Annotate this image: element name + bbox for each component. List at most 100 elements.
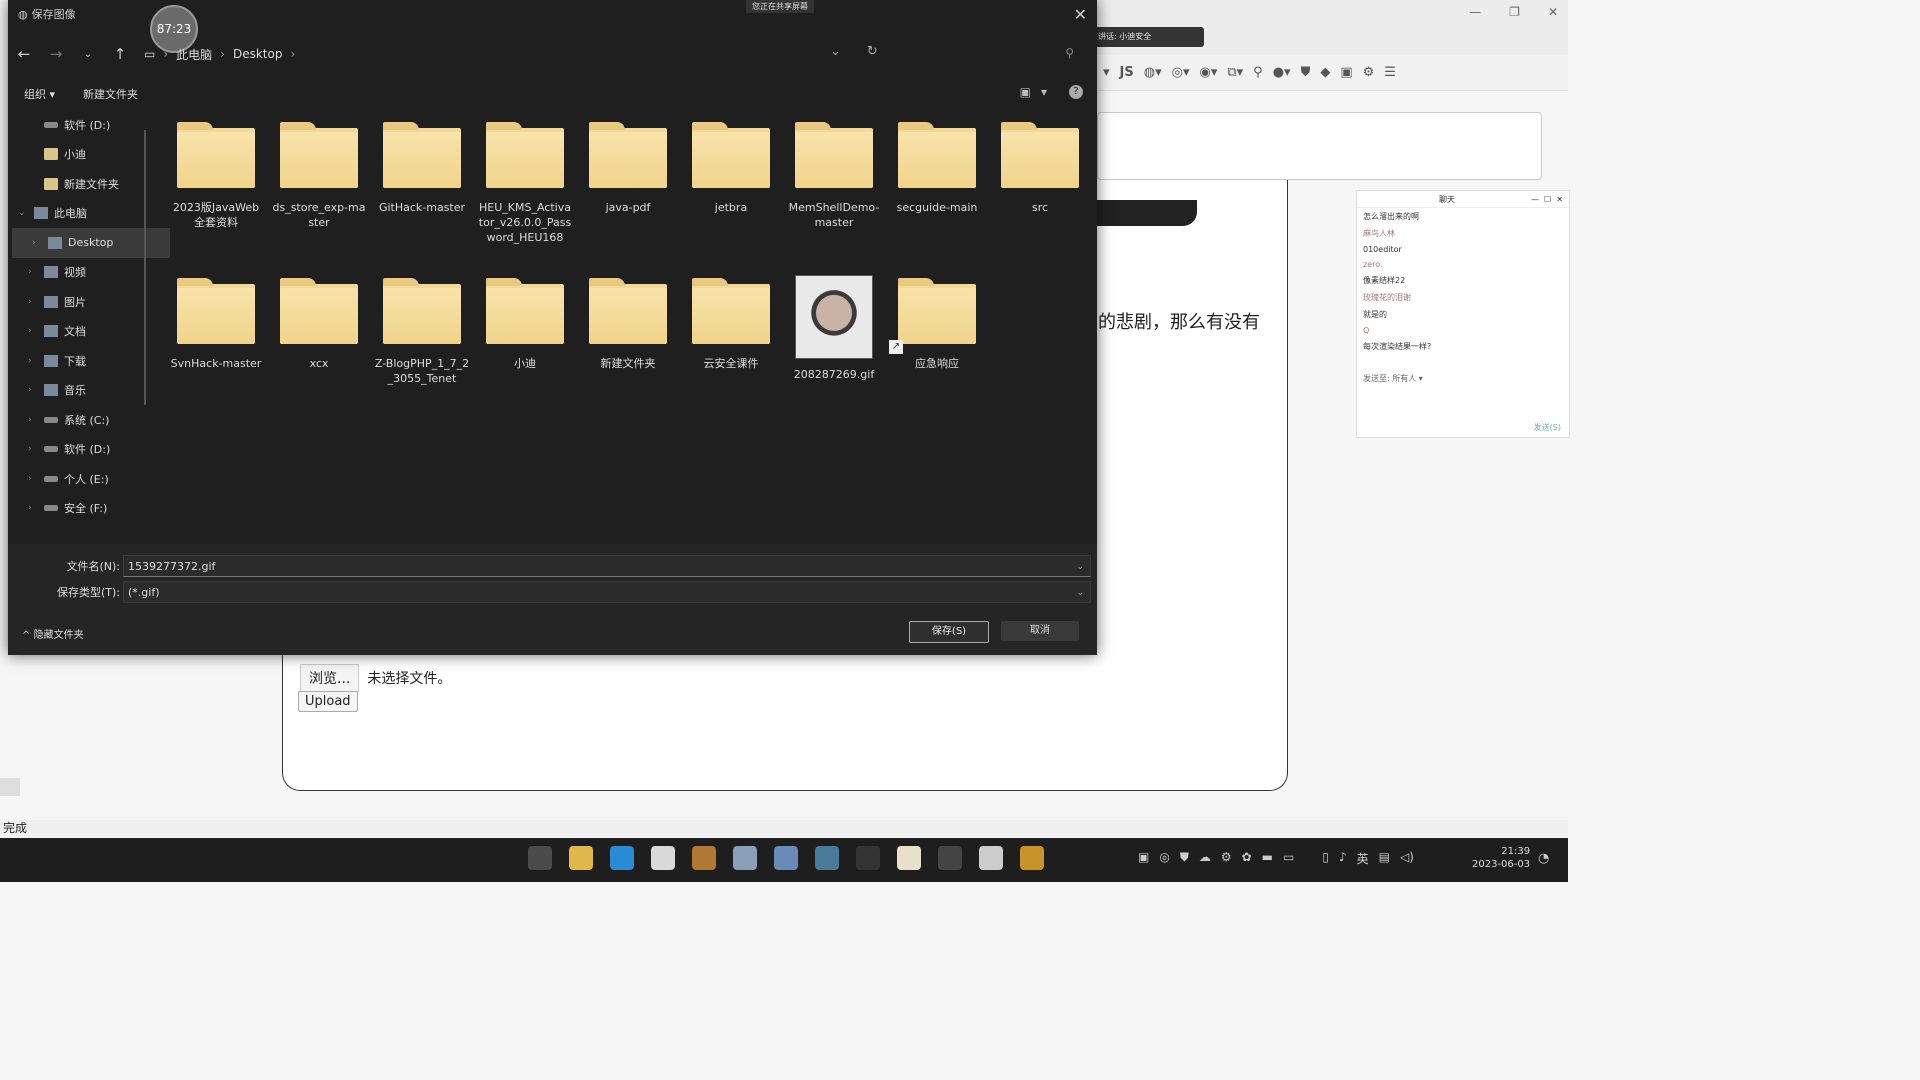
sidebar-toggle-icon[interactable] [0,778,20,796]
phpstorm-icon[interactable] [938,846,962,870]
tray-camera-icon[interactable]: ◎ [1159,850,1169,867]
folder-item[interactable]: ds_store_exp-master [271,120,367,230]
app-generic-icon[interactable] [856,846,880,870]
sidebar-item[interactable]: › 软件 (D:) [8,435,148,465]
volume-icon[interactable]: ◁) [1400,850,1414,867]
toolbar-dropdown-icon[interactable]: ▾ [1103,65,1110,80]
filename-field[interactable]: 1539277372.gif ⌄ [123,555,1091,577]
tray-cloud-icon[interactable]: ☁ [1199,850,1211,867]
js-label[interactable]: JS [1120,65,1134,80]
folder-item[interactable]: Z-BlogPHP_1_7_2_3055_Tenet [374,276,470,386]
cancel-button[interactable]: 取消 [1001,621,1079,641]
chevron-right-icon[interactable]: › [32,238,36,248]
view-dropdown-icon[interactable]: ▾ [1041,85,1047,99]
folder-item[interactable]: xcx [271,276,367,371]
shield-icon[interactable]: ⛊ [1301,65,1311,80]
chevron-right-icon[interactable]: › [28,385,32,395]
folder-item[interactable]: src [992,120,1088,215]
chevron-down-icon[interactable]: ⌄ [1076,582,1084,604]
palette-icon[interactable]: ◎▾ [1172,65,1190,80]
sidebar-item[interactable]: › 图片 [8,287,148,317]
copy-icon[interactable]: ⧉▾ [1227,65,1243,80]
notification-icon[interactable]: ◔ [1538,851,1549,866]
sidebar-item[interactable]: › 视频 [8,258,148,288]
folder-item[interactable]: secguide-main [889,120,985,215]
filetype-select[interactable]: (*.gif) ⌄ [123,581,1091,603]
chevron-right-icon[interactable]: › [28,356,32,366]
folder-item[interactable]: 新建文件夹 [580,276,676,371]
save-button[interactable]: 保存(S) [909,621,989,643]
folder-item[interactable]: GitHack-master [374,120,470,215]
chevron-right-icon[interactable]: › [28,267,32,277]
chevron-right-icon[interactable]: › [28,503,32,513]
folder-item[interactable]: java-pdf [580,120,676,215]
tray-shield-icon[interactable]: ⛊ [1180,850,1189,867]
file-explorer-icon[interactable] [569,846,593,870]
file-item[interactable]: 208287269.gif [786,275,882,382]
folder-item[interactable]: MemShellDemo-master [786,120,882,230]
sidebar-item[interactable]: › Desktop [12,228,170,258]
steam-icon[interactable] [733,846,757,870]
chevron-right-icon[interactable]: › [28,415,32,425]
folder-item[interactable]: jetbra [683,120,779,215]
folder-item[interactable]: SvnHack-master [168,276,264,371]
tray-phone-icon[interactable]: ▯ [1322,850,1329,867]
layers-icon[interactable]: ◆ [1320,65,1330,80]
hide-folders-toggle[interactable]: ^ 隐藏文件夹 [22,626,84,641]
extension-icon[interactable]: ◍▾ [1144,65,1162,80]
refresh-icon[interactable]: ↻ [867,44,878,59]
ime-indicator[interactable]: 英 [1357,850,1369,867]
n-icon[interactable]: ▣ [1340,65,1352,80]
chrome-icon[interactable] [651,846,675,870]
chat-send-button[interactable]: 发送(S) [1534,422,1561,433]
sidebar-item[interactable]: 软件 (D:) [8,110,148,140]
chevron-down-icon[interactable]: ⌄ [1076,556,1084,578]
sidebar-item[interactable]: › 个人 (E:) [8,464,148,494]
sidebar-scrollbar[interactable] [144,130,146,405]
folder-item[interactable]: 云安全课件 [683,276,779,371]
restore-icon[interactable]: ❐ [1509,5,1520,19]
tray-gear-icon[interactable]: ⚙ [1221,850,1232,867]
settings-icon[interactable]: ⚙ [1363,65,1375,80]
clock[interactable]: 21:39 2023-06-03 [1472,845,1530,871]
text-area[interactable] [1097,112,1542,180]
tray-monitor-icon[interactable]: ▬ [1262,850,1273,867]
globe-icon[interactable]: ◉▾ [1199,65,1217,80]
history-dropdown-icon[interactable]: ⌄ [830,44,841,59]
up-icon[interactable]: ↑ [104,45,136,63]
windows-start-icon[interactable] [528,846,552,870]
chevron-right-icon[interactable]: › [28,444,32,454]
folder-item[interactable]: HEU_KMS_Activator_v26.0.0_Password_HEU16… [477,120,573,245]
network-icon[interactable]: ▤ [1379,850,1390,867]
recent-chevron-icon[interactable]: ⌄ [72,49,104,60]
chevron-right-icon[interactable]: › [28,326,32,336]
chevron-down-icon[interactable]: ⌄ [18,208,26,218]
send-to-select[interactable]: 发送至: 所有人 ▾ [1363,373,1423,384]
microphone-icon[interactable]: ♪ [1339,850,1347,867]
sidebar-item[interactable]: › 下载 [8,346,148,376]
breadcrumb-this-pc[interactable]: 此电脑 [176,46,212,63]
photos-icon[interactable] [815,846,839,870]
folder-item[interactable]: 小迪 [477,276,573,371]
shield-app-icon[interactable] [979,846,1003,870]
firefox-icon[interactable] [692,846,716,870]
adblock-icon[interactable]: ●▾ [1273,65,1291,80]
tray-flower-icon[interactable]: ✿ [1242,850,1252,867]
sidebar-item[interactable]: › 系统 (C:) [8,405,148,435]
help-icon[interactable]: ? [1069,85,1083,99]
sidebar-item[interactable]: › 安全 (F:) [8,494,148,524]
store-icon[interactable] [774,846,798,870]
breadcrumb-desktop[interactable]: Desktop [233,47,283,61]
upload-button[interactable]: Upload [298,691,358,712]
sidebar-item[interactable]: › 音乐 [8,376,148,406]
edge-icon[interactable] [610,846,634,870]
close-icon[interactable]: ✕ [1074,5,1087,24]
forward-icon[interactable]: → [40,45,72,63]
zoom-icon[interactable]: ⚲ [1253,65,1263,80]
new-folder-button[interactable]: 新建文件夹 [83,86,138,102]
tray-display-icon[interactable]: ▭ [1283,850,1294,867]
sidebar-item[interactable]: › 文档 [8,317,148,347]
tray-image-icon[interactable]: ▣ [1138,850,1149,867]
sidebar-item[interactable]: 新建文件夹 [8,169,148,199]
browse-button[interactable]: 浏览... [300,664,360,692]
